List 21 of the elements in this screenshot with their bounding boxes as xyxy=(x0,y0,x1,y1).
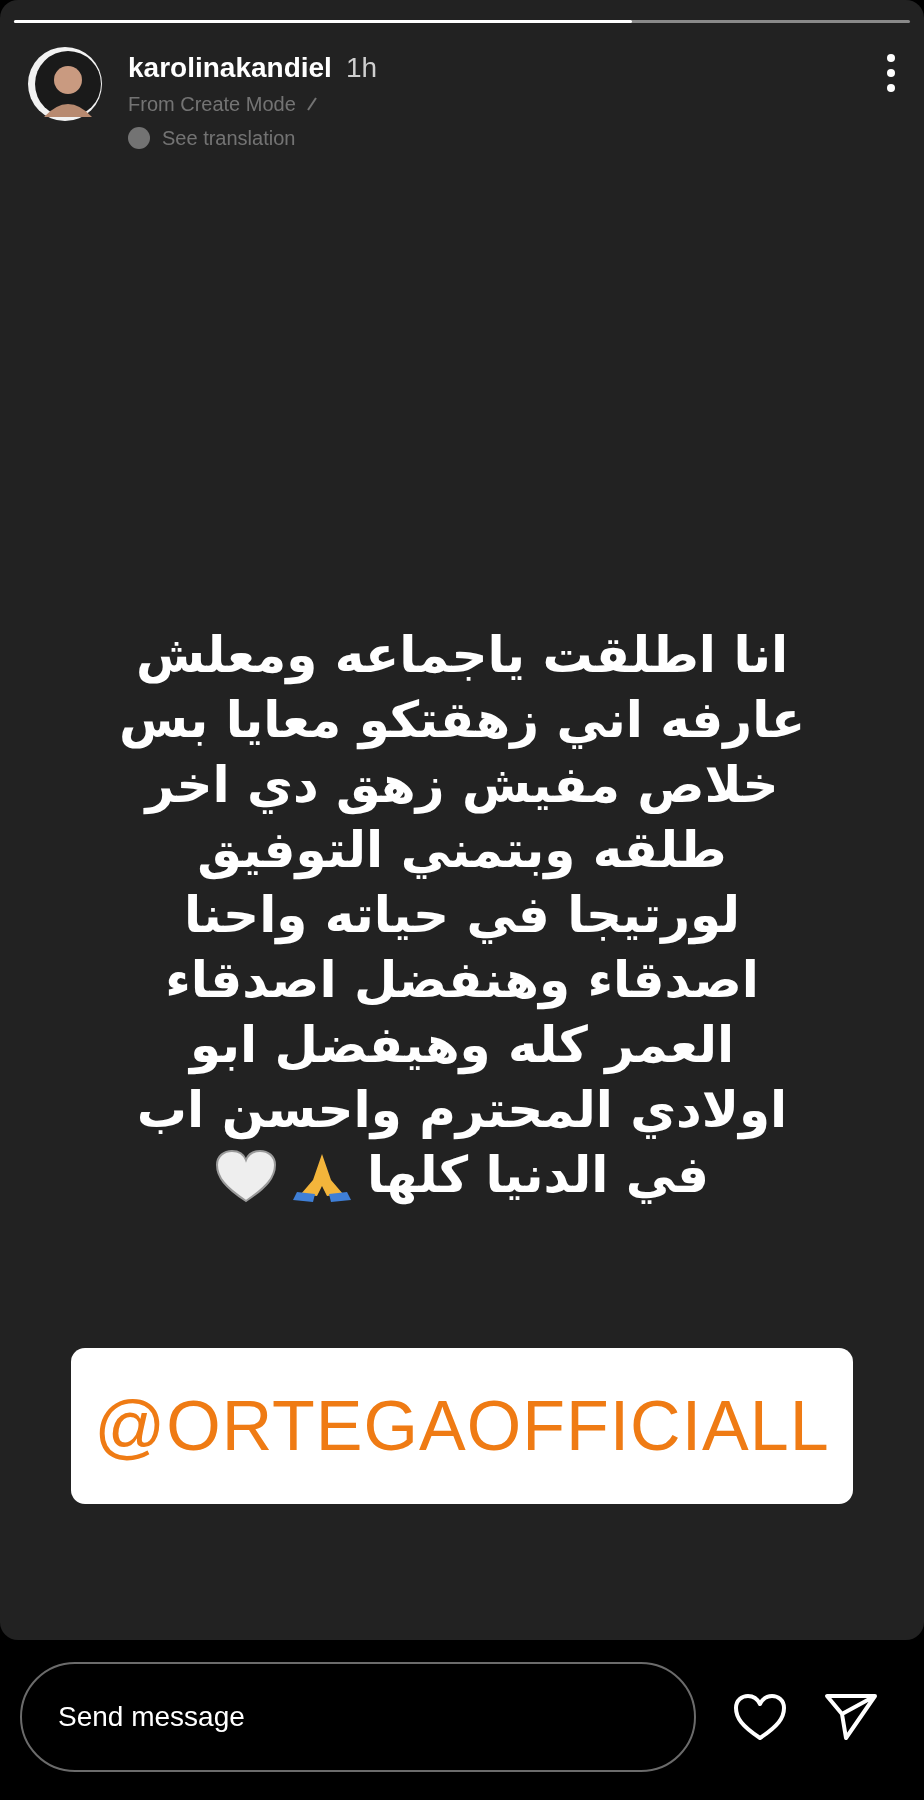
story-text-line: لورتيجا في حياته واحنا xyxy=(183,885,741,947)
subtitle: From Create Mode xyxy=(128,92,296,117)
story-text-line: انا اطلقت ياجماعه ومعلش xyxy=(135,625,789,687)
story-text-line: خلاص مفيش زهق دي اخر xyxy=(145,755,779,817)
story-text-line: عارفه اني زهقتكو معايا بس xyxy=(118,690,806,752)
mention-sticker[interactable]: @ORTEGAOFFICIALL xyxy=(71,1348,853,1504)
message-input[interactable]: Send message xyxy=(20,1662,696,1772)
send-icon[interactable] xyxy=(824,1692,878,1742)
story-text-line: طلقه وبتمني التوفيق xyxy=(197,820,727,882)
see-translation-link[interactable]: See translation xyxy=(162,123,296,153)
heart-icon[interactable] xyxy=(732,1692,788,1742)
username[interactable]: karolinakandiel xyxy=(128,47,332,89)
more-options-icon[interactable] xyxy=(886,53,896,93)
pencil-icon xyxy=(305,97,318,111)
heart-icon xyxy=(214,1148,277,1203)
mention-text: @ORTEGAOFFICIALL xyxy=(94,1385,830,1467)
story-text-line: اولادي المحترم واحسن اب xyxy=(136,1080,788,1142)
post-time: 1h xyxy=(345,51,378,85)
story-text-line: في الدنيا كلها xyxy=(366,1145,710,1207)
story-text-line: العمر كله وهيفضل ابو xyxy=(189,1015,735,1077)
story-text-line: اصدقاء وهنفضل اصدقاء xyxy=(165,950,759,1012)
